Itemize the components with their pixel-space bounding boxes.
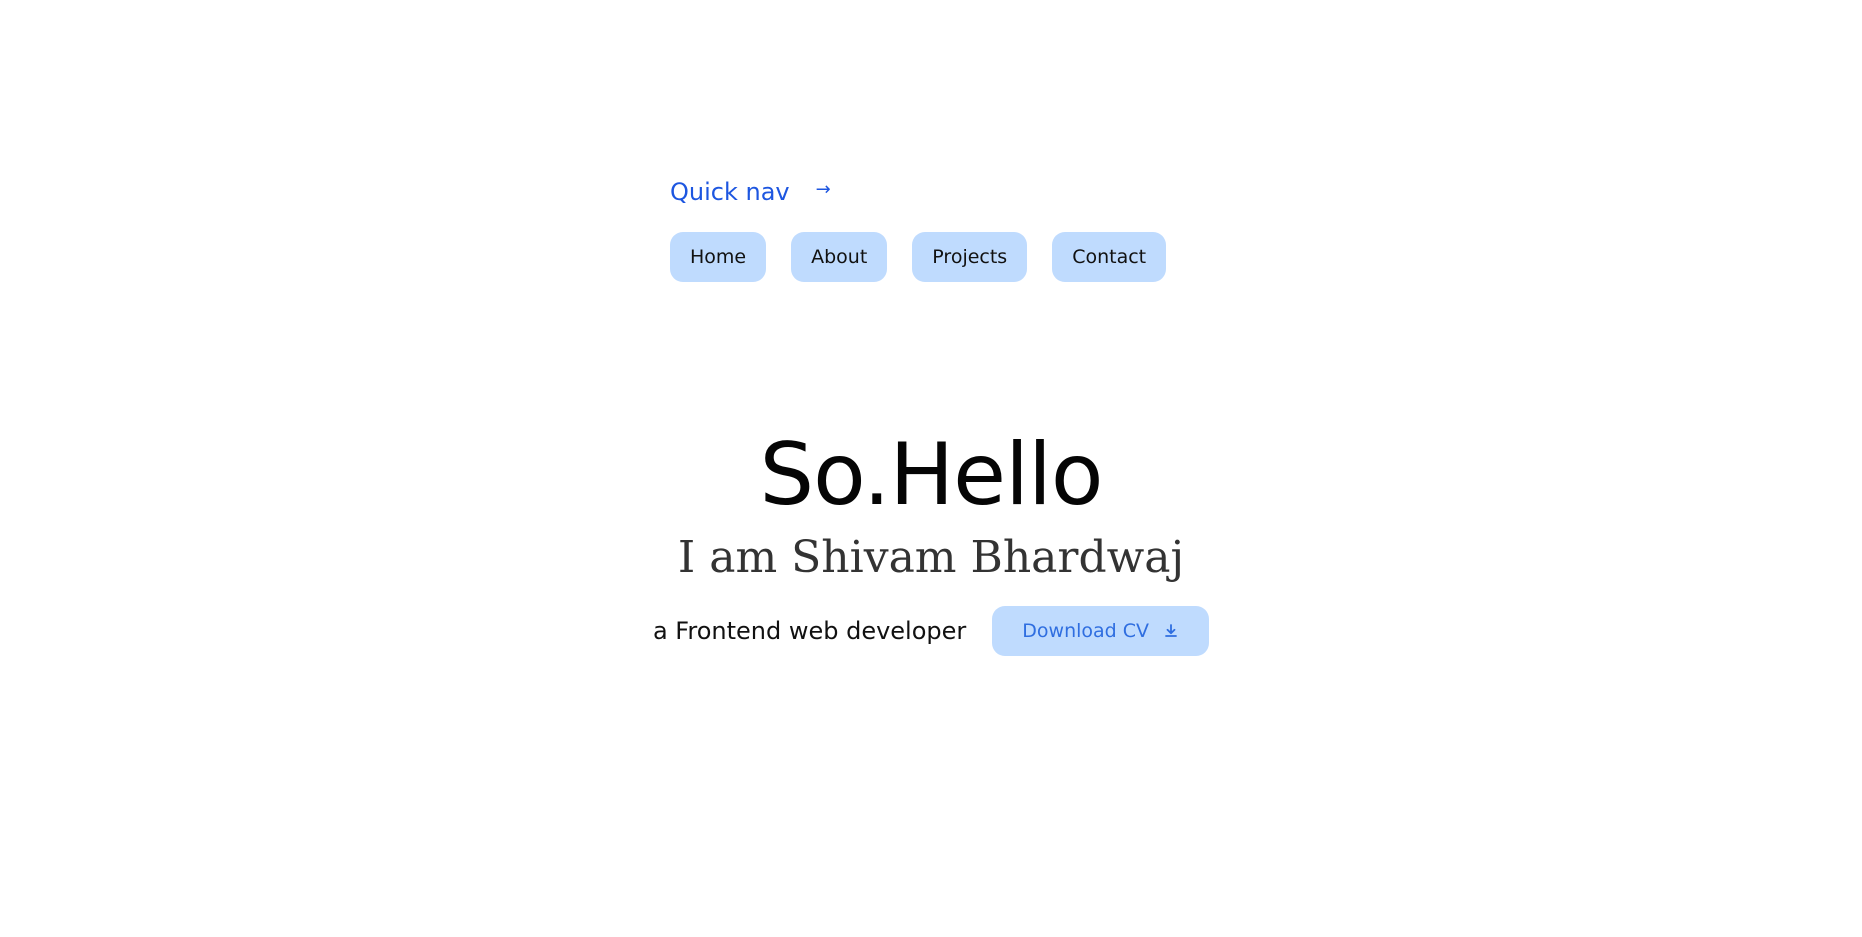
download-icon xyxy=(1165,624,1177,637)
nav-projects-button[interactable]: Projects xyxy=(912,232,1028,282)
nav-home-button[interactable]: Home xyxy=(670,232,767,282)
download-cv-button[interactable]: Download CV xyxy=(992,606,1210,656)
arrow-right-icon[interactable]: → xyxy=(816,179,831,200)
hero-title: So.Hello xyxy=(759,425,1103,525)
hero-subtitle: I am Shivam Bhardwaj xyxy=(677,532,1185,583)
nav-buttons: Home About Projects Contact xyxy=(670,232,1167,282)
quick-nav-title: Quick nav xyxy=(670,178,790,206)
quick-nav-header: Quick nav → xyxy=(670,172,1166,212)
quick-nav: Quick nav → Home About Projects Contact xyxy=(670,172,1167,282)
nav-about-button[interactable]: About xyxy=(791,232,888,282)
hero-section: So.Hello I am Shivam Bhardwaj a Frontend… xyxy=(0,420,1862,656)
nav-contact-button[interactable]: Contact xyxy=(1052,232,1167,282)
hero-tagline: a Frontend web developer xyxy=(652,617,967,645)
hero-row: a Frontend web developer Download CV xyxy=(0,606,1862,656)
download-cv-label: Download CV xyxy=(1022,620,1150,642)
